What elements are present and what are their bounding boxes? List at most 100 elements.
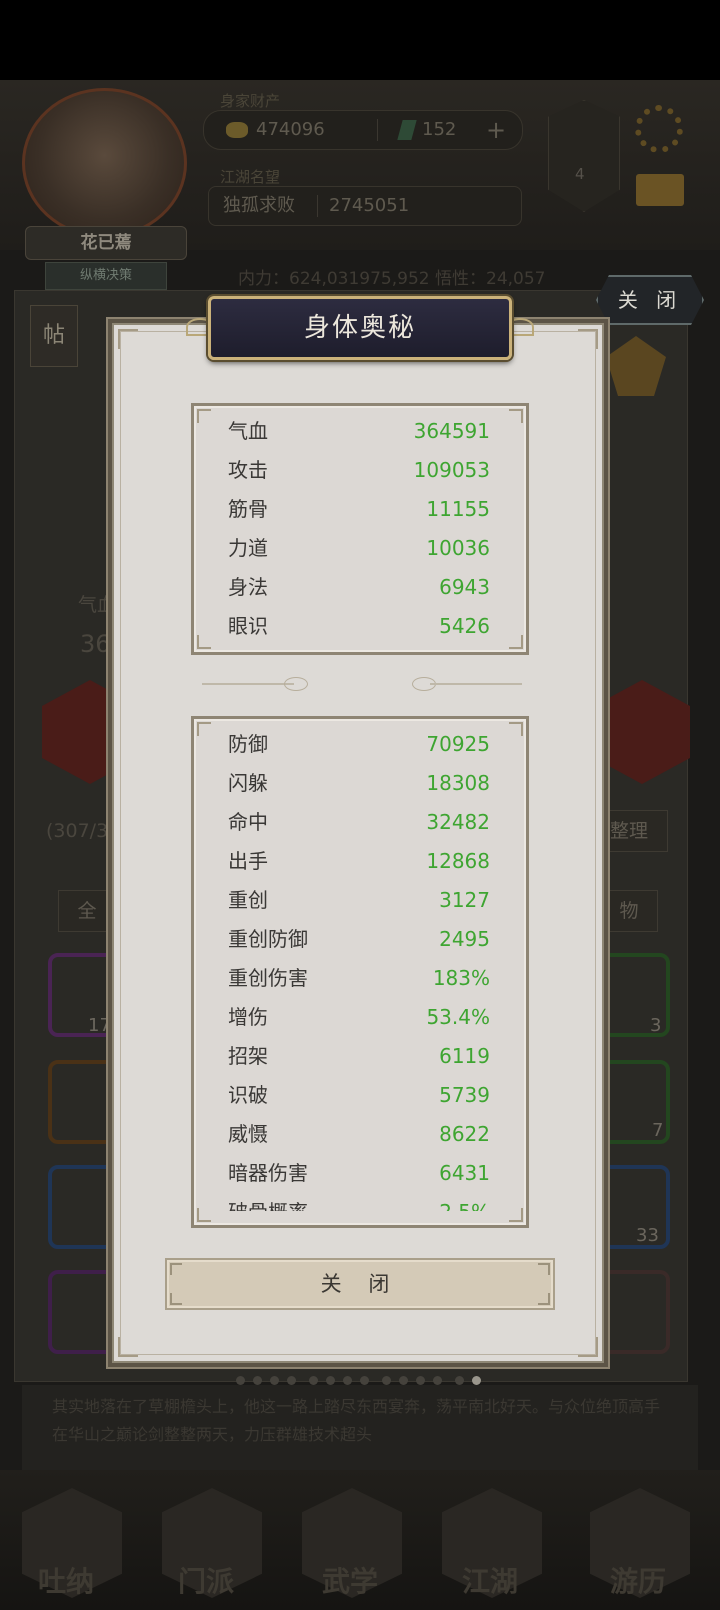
fame-title: 独孤求败 — [223, 195, 295, 216]
stat-row: 重创伤害 183% — [194, 959, 526, 998]
stat-label: 命中 — [228, 810, 268, 834]
nav-label-jianghu[interactable]: 江湖 — [462, 1560, 518, 1600]
gold-icon — [226, 122, 248, 138]
stat-value: 10036 — [426, 536, 490, 560]
section-divider-left — [202, 683, 294, 685]
inventory-count: (307/31 — [46, 820, 121, 842]
outer-close-button[interactable]: 关 闭 — [596, 275, 704, 325]
status-bar — [0, 0, 720, 80]
stat-label: 招架 — [228, 1044, 268, 1068]
jade-amount: 152 — [422, 119, 457, 140]
stat-value: 18308 — [426, 771, 490, 795]
stat-label: 气血 — [228, 419, 268, 443]
post-button[interactable]: 帖 — [30, 305, 78, 367]
stat-value: 70925 — [426, 732, 490, 756]
stat-row: 重创 3127 — [194, 881, 526, 920]
stat-value: 8622 — [439, 1122, 490, 1146]
hp-label: 气血 — [78, 594, 117, 616]
stat-label: 重创 — [228, 888, 268, 912]
stat-value: 32482 — [426, 810, 490, 834]
fame-value: 2745051 — [329, 195, 410, 216]
dialog-title-plate: 身体奥秘 — [208, 296, 512, 360]
taiji-count: 4 — [575, 165, 585, 183]
stat-row: 命中 32482 — [194, 803, 526, 842]
stat-label: 重创防御 — [228, 927, 308, 951]
fame-bar: 独孤求败 2745051 — [208, 186, 522, 226]
stat-row: 气血 364591 — [194, 412, 526, 451]
stat-label: 筋骨 — [228, 497, 268, 521]
stat-label: 攻击 — [228, 458, 268, 482]
stat-row: 眼识 5426 — [194, 607, 526, 646]
stat-value: 5739 — [439, 1083, 490, 1107]
stat-row: 筋骨 11155 — [194, 490, 526, 529]
taiji-icon[interactable] — [548, 100, 620, 212]
frame-corner — [118, 1337, 138, 1357]
stat-label: 识破 — [228, 1083, 268, 1107]
resources-label: 身家财产 — [220, 92, 281, 110]
dialog-title: 身体奥秘 — [303, 313, 416, 343]
stat-label: 暗器伤害 — [228, 1161, 308, 1185]
secondary-stats-box[interactable]: 防御 70925 闪躲 18308 命中 32482 出手 12868 重创 3127 重创防御 24… — [191, 716, 529, 1228]
dialog-close-label: 关 闭 — [320, 1272, 400, 1296]
section-divider-right — [430, 683, 522, 685]
currency-divider — [377, 119, 378, 141]
stat-label: 身法 — [228, 575, 268, 599]
stat-value: 53.4% — [426, 1005, 490, 1029]
story-text: 其实地落在了草棚檐头上，他这一路上踏尽东西宴奔，荡平南北好天。与众位绝顶高手在华… — [22, 1385, 698, 1470]
primary-stats-box: 气血 364591 攻击 109053 筋骨 11155 力道 10036 身法 6943 眼识 54… — [191, 403, 529, 655]
stat-row: 防御 70925 — [194, 725, 526, 764]
frame-corner — [578, 329, 598, 349]
stat-value: 183% — [432, 966, 490, 990]
nav-label-martial[interactable]: 武学 — [322, 1560, 378, 1600]
slot-count: 7 — [652, 1120, 664, 1141]
frame-corner — [578, 1337, 598, 1357]
gold-amount: 474096 — [256, 119, 325, 140]
avatar-frame — [22, 88, 187, 238]
mail-icon[interactable] — [636, 174, 684, 206]
stat-row: 出手 12868 — [194, 842, 526, 881]
secondary-stats-list: 防御 70925 闪躲 18308 命中 32482 出手 12868 重创 3127 重创防御 24… — [194, 725, 526, 1211]
stat-label: 眼识 — [228, 614, 268, 638]
stat-label: 闪躲 — [228, 771, 268, 795]
stat-row: 重创防御 2495 — [194, 920, 526, 959]
stat-label: 力道 — [228, 536, 268, 560]
stat-value: 6431 — [439, 1161, 490, 1185]
jade-icon — [397, 120, 417, 140]
stat-value: 6119 — [439, 1044, 490, 1068]
stat-row: 力道 10036 — [194, 529, 526, 568]
nav-label-sect[interactable]: 门派 — [178, 1560, 234, 1600]
filter-item-tab[interactable]: 物 — [600, 890, 658, 932]
stat-row: 威慑 8622 — [194, 1115, 526, 1154]
stat-row: 招架 6119 — [194, 1037, 526, 1076]
filter-all-tab[interactable]: 全 — [58, 890, 116, 932]
fame-label: 江湖名望 — [220, 168, 281, 186]
stat-label: 威慑 — [228, 1122, 268, 1146]
stat-row: 增伤 53.4% — [194, 998, 526, 1037]
nav-label-travel[interactable]: 游历 — [610, 1560, 666, 1600]
add-currency-button[interactable]: + — [486, 111, 506, 149]
stat-label: 重创伤害 — [228, 966, 308, 990]
nav-label-breathe[interactable]: 吐纳 — [38, 1560, 94, 1600]
dialog-close-button[interactable]: 关 闭 — [165, 1258, 555, 1310]
frame-corner — [118, 329, 138, 349]
stat-value: 109053 — [413, 458, 490, 482]
stat-value: 364591 — [413, 419, 490, 443]
settings-gear-icon[interactable] — [635, 105, 683, 153]
currency-bar: 474096 152 + — [203, 110, 523, 150]
stat-value: 2.5% — [439, 1193, 490, 1211]
stat-label: 破骨概率 — [228, 1193, 308, 1211]
stat-value: 11155 — [426, 497, 490, 521]
stat-row: 破骨概率 2.5% — [194, 1193, 526, 1211]
stat-value: 5426 — [439, 614, 490, 638]
fame-divider — [317, 195, 318, 217]
stat-label: 增伤 — [228, 1005, 268, 1029]
inner-power-stats: 内力：624,031975,952 悟性：24,057 — [238, 269, 546, 289]
player-name: 花已蔫 — [25, 226, 187, 260]
stat-label: 出手 — [228, 849, 268, 873]
stat-value: 12868 — [426, 849, 490, 873]
slot-count: 33 — [636, 1225, 659, 1246]
player-rank: 纵横决策 — [45, 262, 167, 290]
stat-row: 闪躲 18308 — [194, 764, 526, 803]
stat-value: 6943 — [439, 575, 490, 599]
hp-value-partial: 36 — [80, 630, 111, 658]
